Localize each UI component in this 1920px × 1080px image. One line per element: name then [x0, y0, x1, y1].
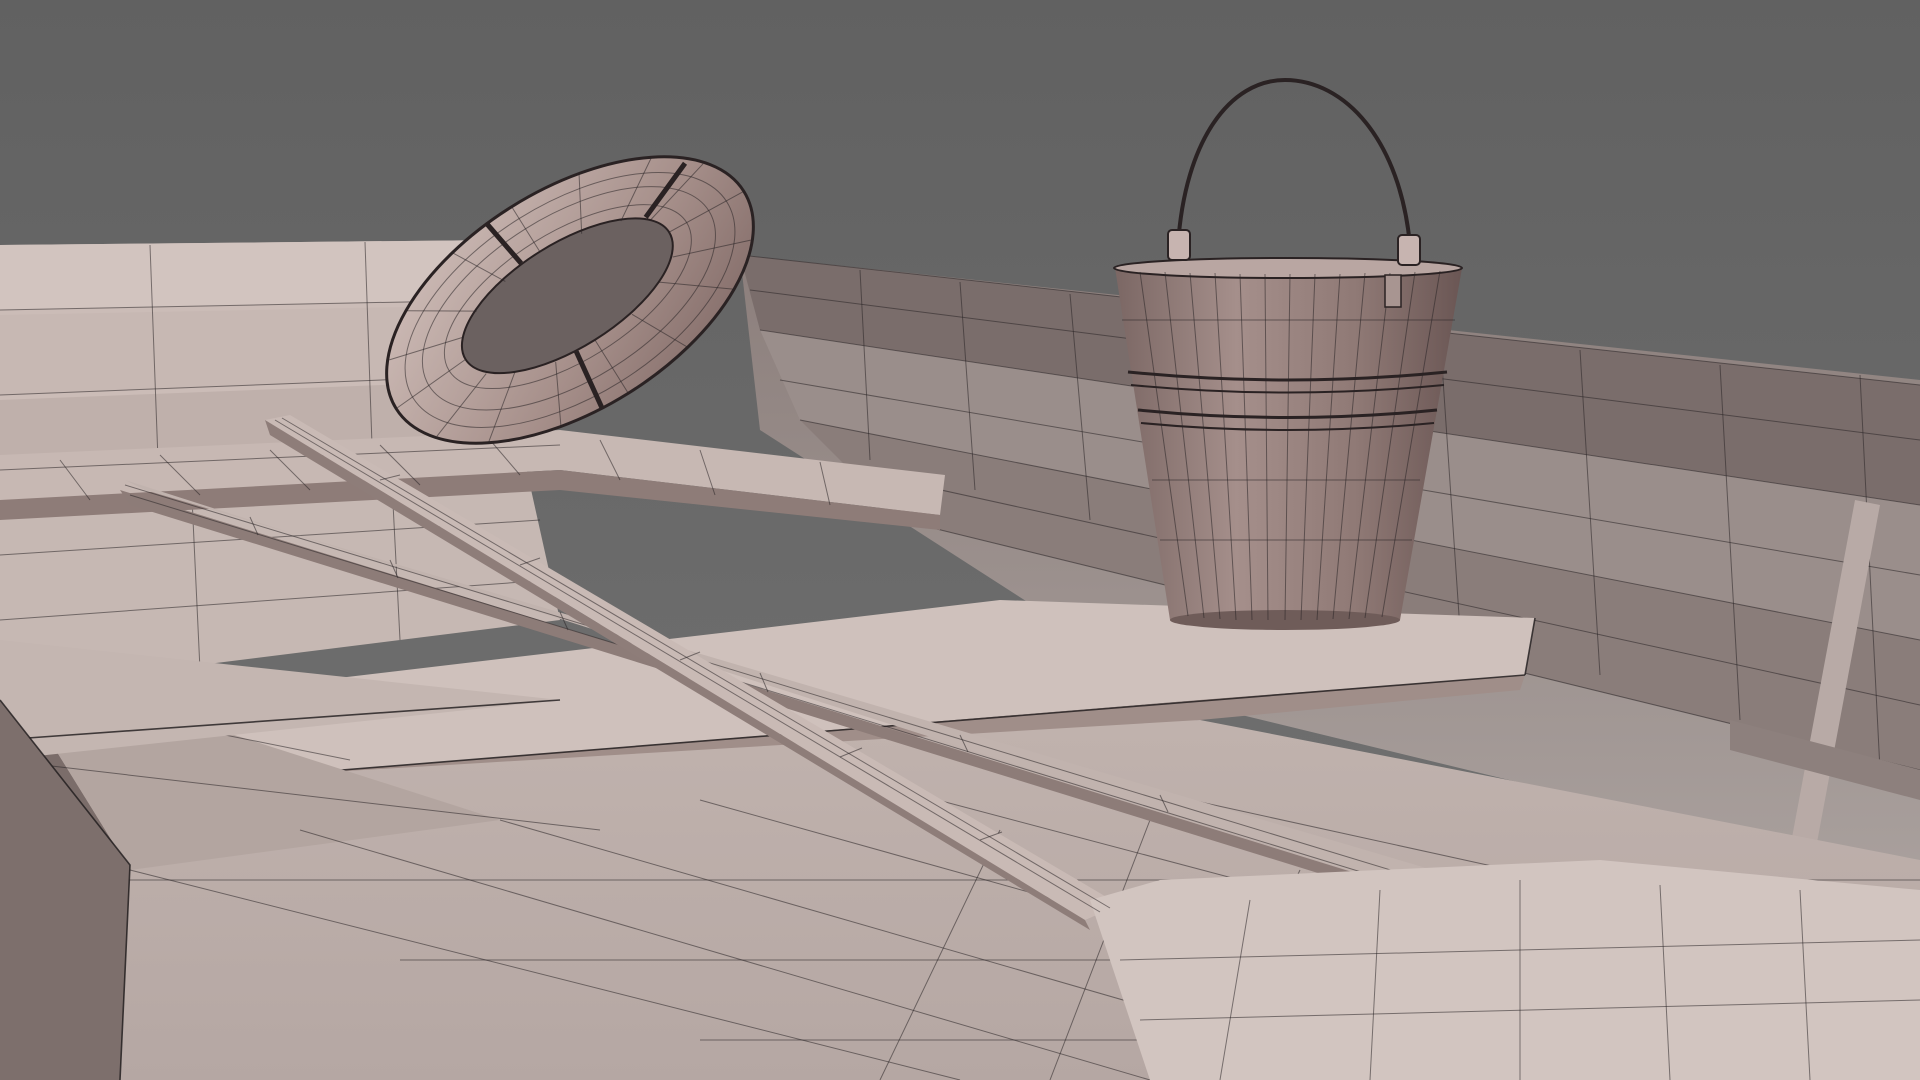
bucket-ear-right: [1397, 234, 1421, 266]
bucket-ear-left: [1167, 229, 1191, 261]
viewport-render: [0, 0, 1920, 1080]
